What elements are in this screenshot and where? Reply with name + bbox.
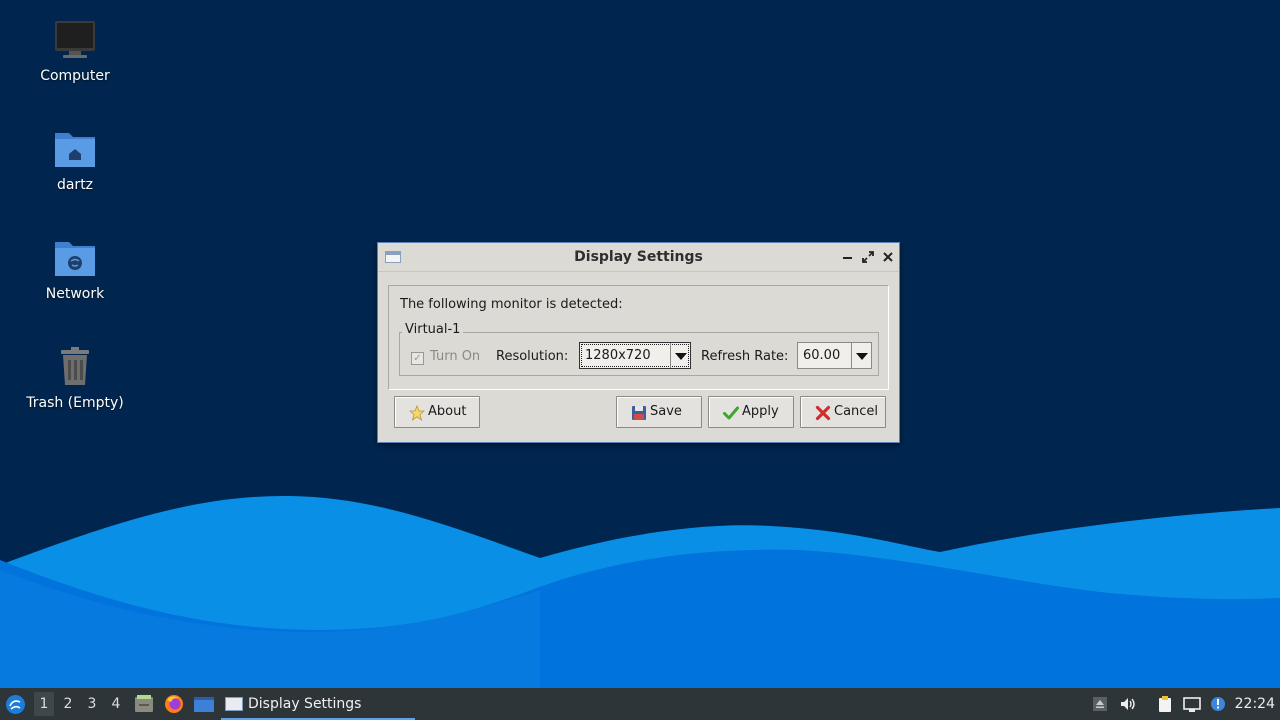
- desktop-icon-network[interactable]: Network: [20, 236, 130, 302]
- desktop-icon: [194, 697, 214, 712]
- minimize-button[interactable]: [839, 248, 857, 266]
- home-folder-icon: [53, 127, 97, 171]
- desktop-icon-label: dartz: [56, 177, 94, 193]
- resolution-select[interactable]: 1280x720: [579, 342, 691, 369]
- workspace-3[interactable]: 3: [82, 696, 102, 712]
- apply-label: Apply: [742, 404, 779, 419]
- desktop: Computer dartz Network Trash (Empty) Dis…: [0, 0, 1280, 688]
- lubuntu-logo-icon: [6, 695, 25, 714]
- notification-icon: [1211, 697, 1225, 711]
- minimize-icon: [843, 257, 852, 259]
- maximize-button[interactable]: [859, 248, 877, 266]
- computer-icon: [53, 18, 97, 62]
- about-button[interactable]: About: [394, 396, 480, 428]
- desktop-icon-home-folder[interactable]: dartz: [20, 127, 130, 193]
- dialog-titlebar[interactable]: Display Settings: [378, 243, 899, 272]
- workspace-1[interactable]: 1: [34, 692, 54, 716]
- firefox-launcher[interactable]: [164, 694, 184, 718]
- start-menu-button[interactable]: [5, 694, 26, 719]
- monitor-panel: The following monitor is detected: Virtu…: [388, 285, 889, 390]
- refresh-rate-value: 60.00: [803, 348, 841, 363]
- save-label: Save: [650, 404, 682, 419]
- workspace-4[interactable]: 4: [106, 696, 126, 712]
- star-icon: [409, 405, 425, 421]
- save-button[interactable]: Save: [616, 396, 702, 428]
- clock[interactable]: 22:24: [1235, 696, 1275, 712]
- refresh-rate-label: Refresh Rate:: [701, 349, 789, 364]
- floppy-disk-icon: [632, 406, 646, 420]
- volume-tray-button[interactable]: [1119, 695, 1137, 713]
- cancel-label: Cancel: [834, 404, 879, 419]
- eject-tray-button[interactable]: [1091, 695, 1109, 713]
- network-folder-icon: [53, 236, 97, 280]
- desktop-icon-label: Network: [45, 286, 105, 302]
- about-label: About: [428, 404, 467, 419]
- cancel-button[interactable]: Cancel: [800, 396, 886, 428]
- updates-tray-button[interactable]: [1209, 695, 1227, 713]
- firefox-icon: [165, 695, 183, 713]
- dialog-title: Display Settings: [574, 249, 703, 265]
- checkbox-icon: ✓: [411, 352, 424, 365]
- workspace-2[interactable]: 2: [58, 696, 78, 712]
- monitor-name: Virtual-1: [402, 322, 464, 337]
- close-icon: [883, 252, 893, 262]
- file-manager-icon: [135, 695, 153, 712]
- taskbar-window-label: Display Settings: [248, 696, 362, 712]
- cancel-x-icon: [815, 405, 831, 421]
- turn-on-checkbox[interactable]: ✓ Turn On: [411, 349, 480, 365]
- resolution-label: Resolution:: [496, 349, 569, 364]
- window-icon: [225, 697, 243, 711]
- chevron-down-icon[interactable]: [670, 343, 690, 368]
- desktop-icon-label: Trash (Empty): [26, 395, 124, 411]
- detected-label: The following monitor is detected:: [400, 297, 623, 312]
- close-button[interactable]: [879, 248, 897, 266]
- turn-on-label: Turn On: [430, 349, 481, 364]
- eject-icon: [1093, 697, 1107, 711]
- checkmark-icon: [723, 406, 739, 420]
- taskbar-window-display-settings[interactable]: Display Settings: [221, 690, 415, 720]
- show-desktop-button[interactable]: [193, 694, 215, 718]
- trash-icon: [53, 345, 97, 389]
- refresh-rate-select[interactable]: 60.00: [797, 342, 872, 369]
- desktop-icon-computer[interactable]: Computer: [20, 18, 130, 84]
- apply-button[interactable]: Apply: [708, 396, 794, 428]
- desktop-icon-label: Computer: [40, 68, 110, 84]
- taskbar: 1 2 3 4 Display Settings 22:24: [0, 688, 1280, 720]
- network-icon: [1183, 697, 1201, 712]
- clipboard-icon: [1159, 696, 1171, 712]
- maximize-icon: [862, 251, 874, 263]
- resolution-value: 1280x720: [585, 348, 651, 363]
- file-manager-launcher[interactable]: [134, 694, 154, 718]
- clipboard-tray-button[interactable]: [1156, 695, 1174, 713]
- chevron-down-icon[interactable]: [851, 343, 871, 368]
- volume-icon: [1121, 698, 1135, 710]
- desktop-icon-trash[interactable]: Trash (Empty): [20, 345, 130, 411]
- network-tray-button[interactable]: [1183, 695, 1201, 713]
- display-settings-dialog: Display Settings The following monitor i…: [377, 242, 900, 443]
